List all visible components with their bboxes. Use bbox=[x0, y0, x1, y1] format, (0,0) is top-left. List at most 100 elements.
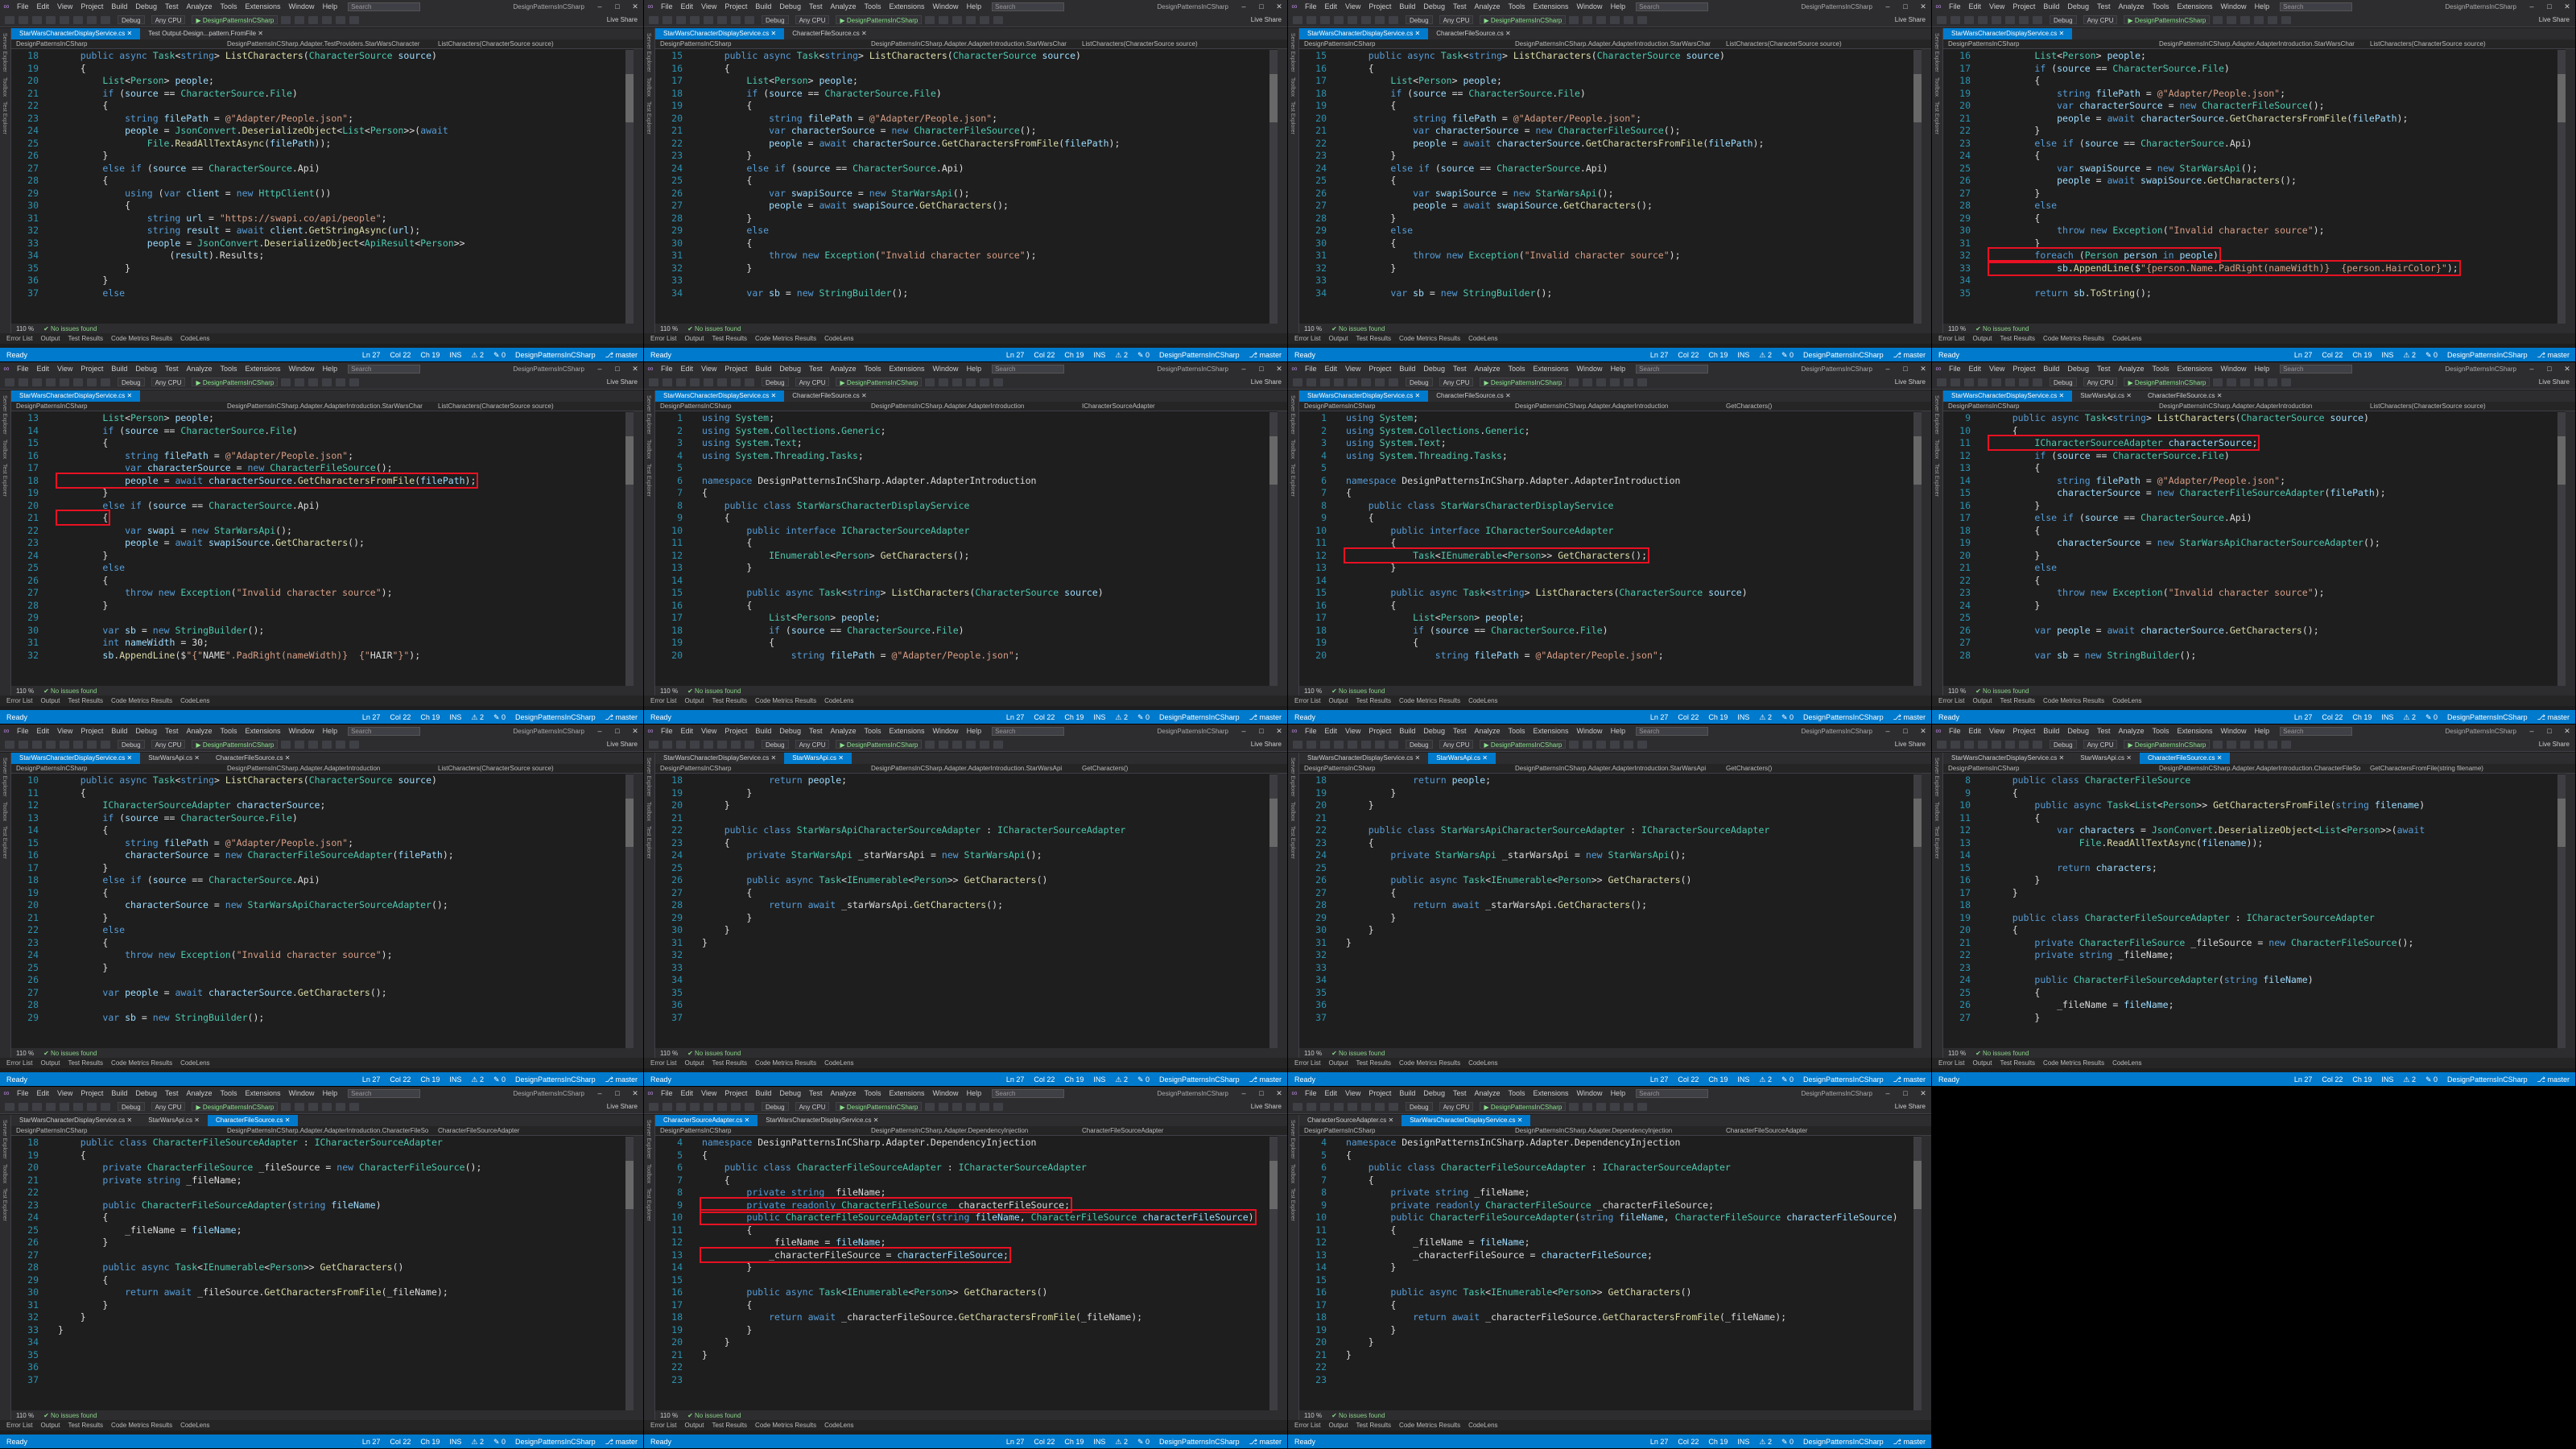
bottom-tab[interactable]: Error List bbox=[6, 1059, 32, 1067]
toolbar-button[interactable] bbox=[1334, 740, 1344, 749]
tool-window-tab[interactable]: Toolbox bbox=[1290, 440, 1295, 459]
zoom-level[interactable]: 110 % bbox=[16, 1050, 34, 1057]
menu-item-help[interactable]: Help bbox=[963, 727, 986, 735]
menu-item-project[interactable]: Project bbox=[2008, 365, 2039, 373]
code-editor[interactable]: 18 return people; 19 } 20 } 21 22 public cla… bbox=[655, 774, 1269, 1048]
toolbar-button[interactable] bbox=[281, 378, 291, 386]
toolbar-button[interactable] bbox=[952, 15, 963, 24]
menu-item-edit[interactable]: Edit bbox=[677, 2, 698, 10]
bottom-tab[interactable]: CodeLens bbox=[1468, 697, 1497, 704]
config-dropdown[interactable]: Debug bbox=[762, 15, 789, 24]
bottom-tab[interactable]: Code Metrics Results bbox=[2043, 697, 2104, 704]
menu-item-window[interactable]: Window bbox=[929, 1089, 963, 1097]
menu-item-view[interactable]: View bbox=[697, 2, 720, 10]
repo-name[interactable]: DesignPatternsInCSharp bbox=[1803, 713, 1884, 722]
menu-item-view[interactable]: View bbox=[697, 1089, 720, 1097]
platform-dropdown[interactable]: Any CPU bbox=[2083, 740, 2118, 749]
document-tab[interactable]: StarWarsApi.cs ✕ bbox=[1428, 753, 1496, 764]
menu-item-project[interactable]: Project bbox=[720, 2, 751, 10]
maximize-icon[interactable]: □ bbox=[1897, 1089, 1914, 1097]
menu-item-extensions[interactable]: Extensions bbox=[1530, 727, 1573, 735]
issues-indicator[interactable]: ✔ No issues found bbox=[43, 325, 97, 332]
run-button[interactable]: ▶ DesignPatternsInCSharp bbox=[192, 378, 279, 386]
toolbar-button[interactable] bbox=[676, 740, 686, 749]
tool-window-tab[interactable]: Toolbox bbox=[1290, 77, 1295, 97]
menu-item-tools[interactable]: Tools bbox=[861, 2, 886, 10]
toolbar-button[interactable] bbox=[1992, 378, 2001, 386]
document-tab[interactable]: Test Output-Design...pattern.FromFile ✕ bbox=[140, 28, 271, 39]
run-button[interactable]: ▶ DesignPatternsInCSharp bbox=[836, 740, 923, 749]
menu-item-test[interactable]: Test bbox=[805, 727, 827, 735]
menu-item-test[interactable]: Test bbox=[161, 1089, 183, 1097]
maximize-icon[interactable]: □ bbox=[609, 365, 626, 373]
search-input[interactable]: Search bbox=[348, 726, 421, 736]
bottom-tab[interactable]: Output bbox=[1972, 697, 1992, 704]
repo-name[interactable]: DesignPatternsInCSharp bbox=[1159, 351, 1240, 360]
toolbar-button[interactable] bbox=[717, 740, 727, 749]
run-button[interactable]: ▶ DesignPatternsInCSharp bbox=[2124, 378, 2211, 386]
menu-item-window[interactable]: Window bbox=[1573, 1089, 1607, 1097]
nav-dropdown[interactable]: DesignPatternsInCSharp bbox=[655, 1127, 866, 1134]
config-dropdown[interactable]: Debug bbox=[1406, 740, 1433, 749]
tool-window-tab[interactable]: Server Explorer bbox=[1290, 758, 1295, 797]
toolbar-button[interactable] bbox=[925, 740, 935, 749]
bottom-tab[interactable]: Error List bbox=[650, 1059, 676, 1067]
menu-item-analyze[interactable]: Analyze bbox=[826, 2, 860, 10]
menu-item-test[interactable]: Test bbox=[2093, 365, 2115, 373]
toolbar-button[interactable] bbox=[5, 740, 14, 749]
branch-name[interactable]: ⎇ master bbox=[605, 1438, 638, 1447]
menu-item-debug[interactable]: Debug bbox=[131, 1089, 161, 1097]
toolbar-button[interactable] bbox=[2033, 378, 2042, 386]
maximize-icon[interactable]: □ bbox=[609, 1089, 626, 1097]
toolbar-button[interactable] bbox=[2227, 740, 2237, 749]
menu-item-debug[interactable]: Debug bbox=[1419, 1089, 1449, 1097]
menu-item-project[interactable]: Project bbox=[76, 365, 107, 373]
nav-dropdown[interactable]: DesignPatternsInCSharp.Adapter.AdapterIn… bbox=[1510, 765, 1721, 772]
toolbar-button[interactable] bbox=[1569, 740, 1579, 749]
toolbar-button[interactable] bbox=[2019, 378, 2029, 386]
menu-item-view[interactable]: View bbox=[1341, 365, 1364, 373]
tool-window-tab[interactable]: Test Explorer bbox=[646, 1188, 651, 1221]
bottom-tab[interactable]: Code Metrics Results bbox=[755, 1422, 816, 1429]
zoom-level[interactable]: 110 % bbox=[1304, 325, 1322, 332]
menu-item-edit[interactable]: Edit bbox=[677, 727, 698, 735]
search-input[interactable]: Search bbox=[1636, 364, 1709, 374]
toolbar-button[interactable] bbox=[2227, 378, 2237, 386]
toolbar-button[interactable] bbox=[2019, 15, 2029, 24]
toolbar-button[interactable] bbox=[295, 740, 305, 749]
issues-indicator[interactable]: ✔ No issues found bbox=[687, 1050, 741, 1057]
bottom-tab[interactable]: CodeLens bbox=[180, 1422, 209, 1429]
menu-item-tools[interactable]: Tools bbox=[2149, 727, 2174, 735]
tool-window-tab[interactable]: Server Explorer bbox=[2, 395, 7, 435]
warning-count[interactable]: ⚠ 2 bbox=[471, 351, 484, 360]
error-count[interactable]: ✎ 0 bbox=[1781, 1438, 1794, 1447]
toolbar-button[interactable] bbox=[717, 1102, 727, 1111]
run-button[interactable]: ▶ DesignPatternsInCSharp bbox=[192, 740, 279, 749]
menu-item-build[interactable]: Build bbox=[107, 1089, 131, 1097]
tool-window-tab[interactable]: Toolbox bbox=[1290, 1164, 1295, 1183]
toolbar-button[interactable] bbox=[745, 1102, 754, 1111]
toolbar-button[interactable] bbox=[1375, 740, 1385, 749]
toolbar-button[interactable] bbox=[1951, 15, 1960, 24]
menu-item-window[interactable]: Window bbox=[1573, 365, 1607, 373]
search-input[interactable]: Search bbox=[2280, 364, 2353, 374]
toolbar-button[interactable] bbox=[1389, 740, 1398, 749]
nav-dropdown[interactable]: DesignPatternsInCSharp.Adapter.Dependenc… bbox=[866, 1127, 1077, 1134]
search-input[interactable]: Search bbox=[348, 364, 421, 374]
run-button[interactable]: ▶ DesignPatternsInCSharp bbox=[1480, 15, 1567, 24]
menu-item-project[interactable]: Project bbox=[1364, 2, 1395, 10]
vertical-scrollbar[interactable] bbox=[625, 774, 634, 1048]
menu-item-test[interactable]: Test bbox=[1449, 1089, 1471, 1097]
bottom-tab[interactable]: CodeLens bbox=[824, 335, 853, 342]
bottom-tab[interactable]: Test Results bbox=[1356, 1422, 1391, 1429]
menu-item-view[interactable]: View bbox=[697, 365, 720, 373]
menu-item-build[interactable]: Build bbox=[751, 1089, 775, 1097]
scrollbar-thumb[interactable] bbox=[625, 436, 634, 485]
toolbar-button[interactable] bbox=[60, 1102, 69, 1111]
platform-dropdown[interactable]: Any CPU bbox=[151, 378, 186, 386]
run-button[interactable]: ▶ DesignPatternsInCSharp bbox=[836, 1102, 923, 1111]
nav-dropdown[interactable]: DesignPatternsInCSharp.Adapter.AdapterIn… bbox=[866, 765, 1077, 772]
menu-item-analyze[interactable]: Analyze bbox=[826, 1089, 860, 1097]
tool-window-tab[interactable]: Test Explorer bbox=[1934, 826, 1939, 859]
error-count[interactable]: ✎ 0 bbox=[1781, 1075, 1794, 1084]
